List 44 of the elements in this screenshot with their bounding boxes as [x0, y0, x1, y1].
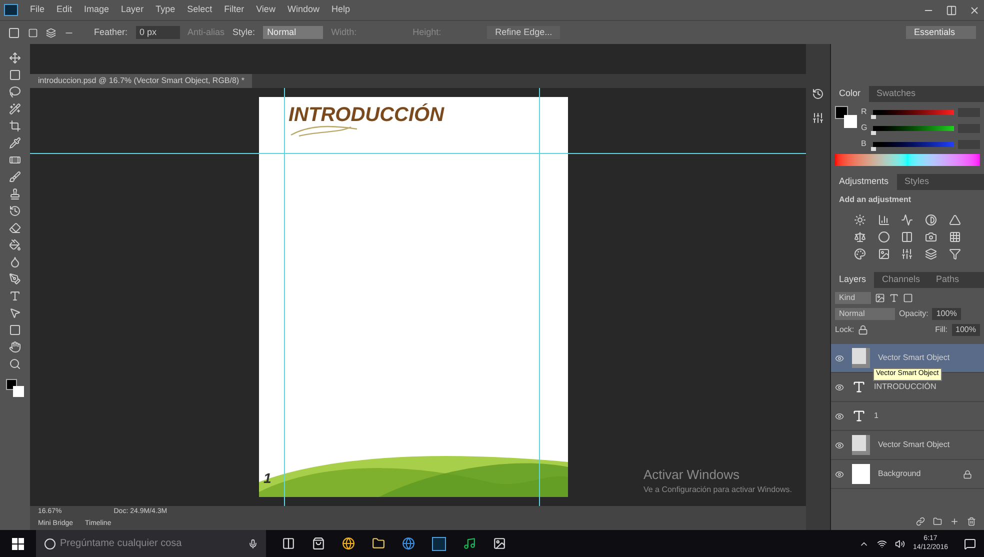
- channel-label: G: [861, 122, 868, 134]
- workspace-dropdown[interactable]: Essentials: [906, 26, 976, 40]
- layer-name: INTRODUCCIÓN: [874, 381, 936, 393]
- activation-message: Ve a Configuración para activar Windows.: [643, 484, 792, 496]
- activation-title: Activar Windows: [643, 466, 741, 484]
- fill-label: Fill:: [935, 324, 948, 336]
- channel-label: B: [861, 138, 868, 150]
- feather-label: Feather:: [94, 26, 128, 39]
- menu-item[interactable]: Layer: [121, 3, 144, 17]
- channel-label: R: [861, 106, 868, 118]
- layer-row[interactable]: Vector Smart Object: [831, 431, 984, 460]
- document-tab[interactable]: introduccion.psd @ 16.7% (Vector Smart Object, RGB/8) *: [30, 74, 252, 88]
- panel-tab[interactable]: Color: [831, 86, 869, 102]
- menu-item[interactable]: File: [30, 3, 45, 17]
- style-dropdown[interactable]: Normal: [263, 26, 324, 40]
- adjustments-hint: Add an adjustment: [838, 194, 912, 206]
- layer-name: 1: [874, 410, 878, 422]
- menu-item[interactable]: Type: [156, 3, 176, 17]
- layer-row[interactable]: 1: [831, 402, 984, 431]
- menu-item[interactable]: Image: [84, 3, 110, 17]
- menu-item[interactable]: Filter: [224, 3, 244, 17]
- panel-tab[interactable]: Layers: [831, 272, 874, 288]
- layer-row[interactable]: Background: [831, 460, 984, 489]
- menu-item[interactable]: Help: [331, 3, 350, 17]
- blend-mode-dropdown[interactable]: Normal: [835, 308, 895, 320]
- menu-item[interactable]: Select: [187, 3, 212, 17]
- feather-field[interactable]: 0 px: [136, 26, 180, 40]
- opacity-field[interactable]: 100%: [932, 308, 961, 320]
- page-heading: INTRODUCCIÓN: [288, 105, 446, 125]
- fill-field[interactable]: 100%: [952, 324, 980, 336]
- refine-edge-button[interactable]: Refine Edge...: [487, 26, 560, 40]
- search-placeholder: Pregúntame cualquier cosa: [60, 537, 183, 551]
- layer-name: Vector Smart Object: [878, 439, 950, 451]
- lock-label: Lock:: [835, 324, 854, 336]
- taskbar-search[interactable]: Pregúntame cualquier cosa: [36, 530, 266, 557]
- layer-name: Vector Smart Object: [878, 352, 950, 364]
- menu-item[interactable]: View: [256, 3, 276, 17]
- style-label: Style:: [232, 26, 256, 39]
- layer-name: Background: [878, 468, 921, 480]
- menu-item[interactable]: Edit: [56, 3, 72, 17]
- panel-tab[interactable]: Adjustments: [831, 174, 897, 190]
- menu-item[interactable]: Window: [287, 3, 320, 17]
- filter-dropdown[interactable]: Kind: [835, 292, 871, 304]
- opacity-label: Opacity:: [899, 308, 928, 320]
